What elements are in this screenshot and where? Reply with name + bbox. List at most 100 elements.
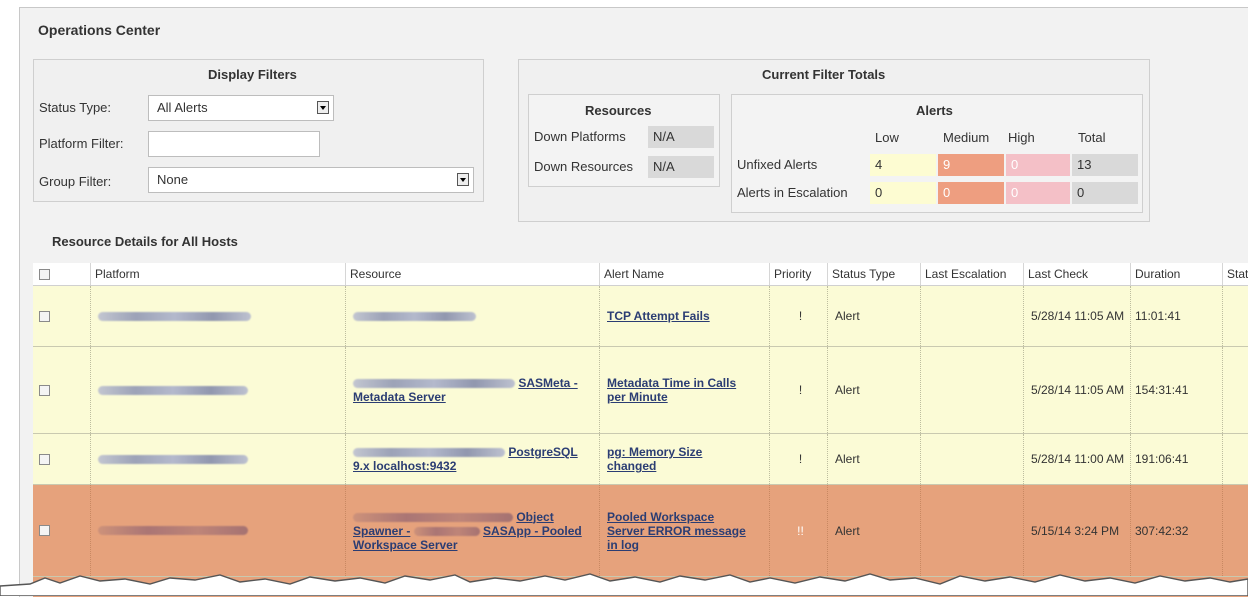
alert-name-cell: TCP Attempt Fails	[599, 286, 769, 346]
table-row: PostgreSQL 9.x localhost:9432 pg: Memory…	[33, 434, 1248, 485]
platform-cell	[90, 347, 345, 433]
row-checkbox[interactable]	[39, 525, 50, 536]
status-type-cell: Alert	[827, 434, 920, 484]
alert-name-link-line2[interactable]: per Minute	[607, 390, 736, 404]
row-checkbox-cell	[33, 286, 90, 346]
display-filters-panel: Display Filters Status Type: All Alerts …	[33, 59, 484, 202]
select-all-checkbox[interactable]	[39, 268, 50, 280]
priority-cell: !	[769, 347, 827, 433]
filter-totals-panel: Current Filter Totals Resources Down Pla…	[518, 59, 1150, 222]
escalation-low-value: 0	[870, 182, 936, 204]
table-row: SASMeta - Metadata Server Metadata Time …	[33, 347, 1248, 434]
status-type-cell: Alert	[827, 286, 920, 346]
last-escalation-cell	[920, 286, 1023, 346]
col-stat[interactable]: Stat	[1222, 263, 1248, 285]
unfixed-medium-value: 9	[938, 154, 1004, 176]
last-check-value: 5/28/14 11:05 AM	[1031, 309, 1125, 323]
group-filter-label: Group Filter:	[39, 174, 112, 189]
stat-cell	[1222, 434, 1248, 484]
redacted-platform	[98, 311, 251, 321]
status-type-value: Alert	[835, 383, 860, 397]
alert-name-link-line3[interactable]: in log	[607, 538, 746, 552]
resource-link-line2[interactable]: 9.x localhost:9432	[353, 459, 578, 473]
down-resources-label: Down Resources	[534, 159, 633, 174]
resource-link-line2b[interactable]: SASApp - Pooled	[483, 524, 582, 538]
alert-name-link[interactable]: Metadata Time in Calls	[607, 376, 736, 390]
escalation-medium-value: 0	[938, 182, 1004, 204]
resource-link[interactable]: SASMeta -	[518, 376, 577, 390]
alerts-title: Alerts	[916, 103, 953, 118]
alert-name-link-line2[interactable]: Server ERROR message	[607, 524, 746, 538]
col-resource[interactable]: Resource	[345, 263, 599, 285]
last-escalation-cell	[920, 485, 1023, 576]
row-checkbox[interactable]	[39, 310, 50, 322]
down-resources-value: N/A	[648, 156, 714, 178]
redacted-platform	[98, 385, 248, 395]
last-check-value: 5/15/14 3:24 PM	[1031, 523, 1120, 538]
row-checkbox[interactable]	[39, 453, 50, 465]
resource-link-line2[interactable]: Metadata Server	[353, 390, 578, 404]
col-alert-name[interactable]: Alert Name	[599, 263, 769, 285]
alerts-header-total: Total	[1078, 130, 1106, 145]
duration-cell: 11:01:41	[1130, 286, 1222, 346]
row-checkbox-cell	[33, 347, 90, 433]
resource-link[interactable]: Object	[516, 510, 553, 524]
status-type-select[interactable]: All Alerts	[148, 95, 334, 121]
redacted-resource[interactable]	[353, 311, 476, 321]
last-check-cell: 5/28/14 11:00 AM	[1023, 434, 1130, 484]
col-status-type[interactable]: Status Type	[827, 263, 920, 285]
alert-name-link-line2[interactable]: changed	[607, 459, 702, 473]
escalation-alerts-label: Alerts in Escalation	[737, 185, 848, 200]
stat-cell	[1222, 347, 1248, 433]
duration-value: 307:42:32	[1135, 523, 1189, 538]
last-check-cell: 5/28/14 11:05 AM	[1023, 347, 1130, 433]
page-title: Operations Center	[38, 22, 161, 38]
stat-cell	[1222, 485, 1248, 576]
alert-name-link[interactable]: pg: Memory Size	[607, 445, 702, 459]
priority-value: !	[798, 452, 803, 466]
redacted-resource-part	[413, 526, 480, 536]
dropdown-arrow-icon[interactable]	[317, 101, 329, 114]
redacted-resource[interactable]	[353, 448, 505, 458]
escalation-high-value: 0	[1006, 182, 1070, 204]
platform-cell	[90, 434, 345, 484]
alert-name-link[interactable]: TCP Attempt Fails	[607, 309, 710, 323]
col-platform[interactable]: Platform	[90, 263, 345, 285]
row-checkbox-cell	[33, 485, 90, 576]
priority-cell: !!	[769, 485, 827, 576]
platform-filter-label: Platform Filter:	[39, 136, 124, 151]
group-filter-select[interactable]: None	[148, 167, 474, 193]
resource-link[interactable]: PostgreSQL	[508, 445, 577, 459]
col-duration[interactable]: Duration	[1130, 263, 1222, 285]
row-checkbox[interactable]	[39, 384, 50, 396]
priority-value: !	[798, 383, 803, 397]
alerts-header-high: High	[1008, 130, 1035, 145]
redacted-resource[interactable]	[353, 379, 515, 389]
platform-filter-input[interactable]	[148, 131, 320, 157]
dropdown-arrow-icon[interactable]	[457, 173, 469, 186]
escalation-total-value: 0	[1072, 182, 1138, 204]
status-type-cell: Alert	[827, 347, 920, 433]
unfixed-low-value: 4	[870, 154, 936, 176]
resource-link-line3[interactable]: Workspace Server	[353, 538, 582, 552]
last-check-cell: 5/15/14 3:24 PM	[1023, 485, 1130, 576]
table-row: Object Spawner - SASApp - Pooled Workspa…	[33, 485, 1248, 577]
redacted-resource[interactable]	[353, 512, 513, 522]
alert-name-link[interactable]: Pooled Workspace	[607, 510, 746, 524]
col-last-escalation[interactable]: Last Escalation	[920, 263, 1023, 285]
alerts-header-medium: Medium	[943, 130, 990, 145]
priority-value: !	[798, 309, 803, 323]
resource-cell: SASMeta - Metadata Server	[345, 347, 599, 433]
unfixed-alerts-label: Unfixed Alerts	[737, 157, 818, 172]
resource-cell: PostgreSQL 9.x localhost:9432	[345, 434, 599, 484]
resources-title: Resources	[585, 103, 652, 118]
duration-value: 154:31:41	[1135, 383, 1189, 397]
duration-cell: 307:42:32	[1130, 485, 1222, 576]
redacted-platform	[98, 454, 248, 464]
col-priority[interactable]: Priority	[769, 263, 827, 285]
grid-header: Platform Resource Alert Name Priority St…	[33, 263, 1248, 286]
col-last-check[interactable]: Last Check	[1023, 263, 1130, 285]
last-check-cell: 5/28/14 11:05 AM	[1023, 286, 1130, 346]
duration-cell: 191:06:41	[1130, 434, 1222, 484]
resource-link-line2[interactable]: Spawner -	[353, 524, 410, 538]
